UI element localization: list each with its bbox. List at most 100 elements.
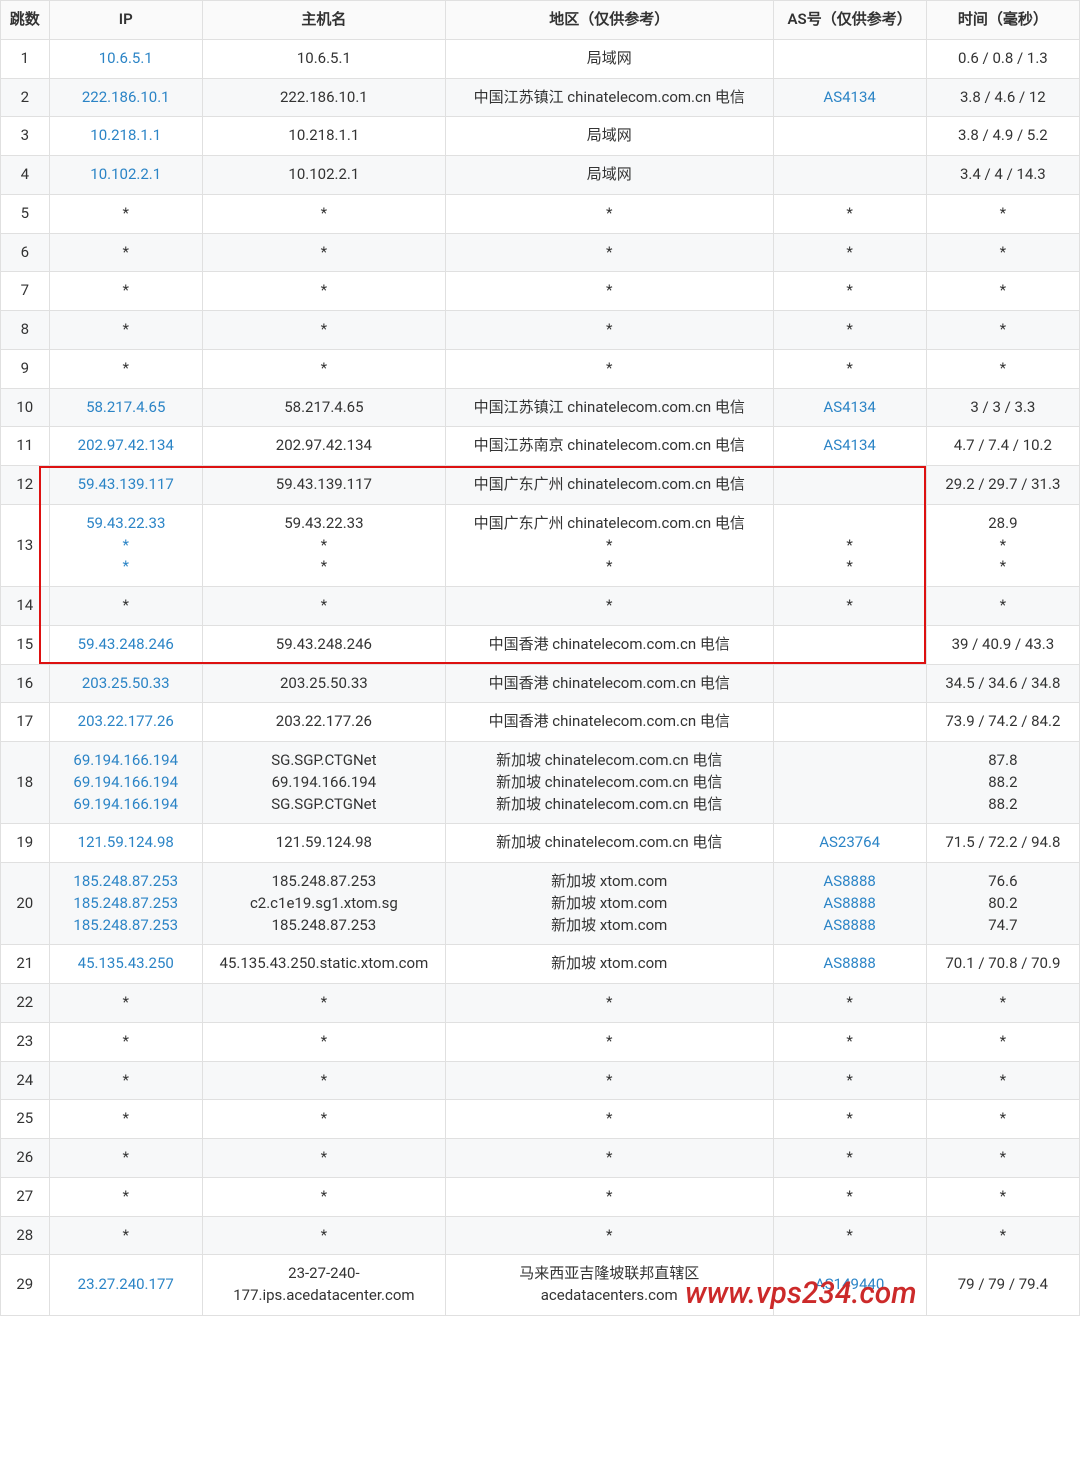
cell-asn[interactable]: AS8888 AS8888 AS8888 — [773, 863, 926, 945]
table-row: 5***** — [1, 194, 1080, 233]
cell-time: * — [926, 272, 1079, 311]
cell-ip[interactable]: 59.43.248.246 — [49, 625, 202, 664]
cell-region: * — [445, 984, 773, 1023]
cell-hop: 18 — [1, 742, 50, 824]
cell-region: * — [445, 1100, 773, 1139]
cell-asn: * — [773, 1216, 926, 1255]
cell-ip: * — [49, 272, 202, 311]
cell-hop: 16 — [1, 664, 50, 703]
cell-ip: * — [49, 1022, 202, 1061]
cell-ip[interactable]: 121.59.124.98 — [49, 824, 202, 863]
cell-ip[interactable]: 222.186.10.1 — [49, 78, 202, 117]
cell-hop: 5 — [1, 194, 50, 233]
cell-asn[interactable]: AS149440 — [773, 1255, 926, 1316]
cell-asn[interactable]: AS4134 — [773, 427, 926, 466]
cell-time: * — [926, 311, 1079, 350]
cell-hop: 21 — [1, 945, 50, 984]
cell-region: * — [445, 311, 773, 350]
cell-region: 中国江苏南京 chinatelecom.com.cn 电信 — [445, 427, 773, 466]
cell-hop: 7 — [1, 272, 50, 311]
cell-ip[interactable]: 10.102.2.1 — [49, 156, 202, 195]
table-row: 2923.27.240.17723-27-240-177.ips.acedata… — [1, 1255, 1080, 1316]
cell-region: 新加坡 xtom.com 新加坡 xtom.com 新加坡 xtom.com — [445, 863, 773, 945]
cell-host: 203.25.50.33 — [202, 664, 445, 703]
cell-ip[interactable]: 23.27.240.177 — [49, 1255, 202, 1316]
cell-region: 中国广东广州 chinatelecom.com.cn 电信 — [445, 466, 773, 505]
cell-host: 10.6.5.1 — [202, 39, 445, 78]
cell-region: 中国香港 chinatelecom.com.cn 电信 — [445, 625, 773, 664]
cell-time: 34.5 / 34.6 / 34.8 — [926, 664, 1079, 703]
table-row: 8***** — [1, 311, 1080, 350]
cell-ip[interactable]: 59.43.139.117 — [49, 466, 202, 505]
cell-time: 70.1 / 70.8 / 70.9 — [926, 945, 1079, 984]
cell-time: 79 / 79 / 79.4 — [926, 1255, 1079, 1316]
cell-ip[interactable]: 203.25.50.33 — [49, 664, 202, 703]
cell-ip[interactable]: 45.135.43.250 — [49, 945, 202, 984]
table-row: 7***** — [1, 272, 1080, 311]
table-row: 23***** — [1, 1022, 1080, 1061]
cell-ip[interactable]: 10.218.1.1 — [49, 117, 202, 156]
table-row: 1359.43.22.33 * *59.43.22.33 * *中国广东广州 c… — [1, 504, 1080, 586]
cell-region: 新加坡 chinatelecom.com.cn 电信 新加坡 chinatele… — [445, 742, 773, 824]
cell-region: 中国香港 chinatelecom.com.cn 电信 — [445, 664, 773, 703]
cell-time: 3 / 3 / 3.3 — [926, 388, 1079, 427]
cell-asn: * — [773, 311, 926, 350]
cell-ip[interactable]: 203.22.177.26 — [49, 703, 202, 742]
cell-hop: 17 — [1, 703, 50, 742]
cell-ip[interactable]: 59.43.22.33 * * — [49, 504, 202, 586]
table-row: 11202.97.42.134202.97.42.134中国江苏南京 china… — [1, 427, 1080, 466]
cell-hop: 15 — [1, 625, 50, 664]
cell-host: * — [202, 233, 445, 272]
cell-time: * — [926, 1100, 1079, 1139]
cell-region: 新加坡 xtom.com — [445, 945, 773, 984]
cell-asn[interactable]: AS23764 — [773, 824, 926, 863]
table-row: 9***** — [1, 349, 1080, 388]
cell-host: * — [202, 1177, 445, 1216]
cell-region: 局域网 — [445, 156, 773, 195]
header-asn: AS号（仅供参考） — [773, 1, 926, 40]
cell-asn — [773, 156, 926, 195]
cell-hop: 2 — [1, 78, 50, 117]
cell-region: 中国广东广州 chinatelecom.com.cn 电信 * * — [445, 504, 773, 586]
cell-ip[interactable]: 10.6.5.1 — [49, 39, 202, 78]
cell-hop: 14 — [1, 587, 50, 626]
cell-time: 71.5 / 72.2 / 94.8 — [926, 824, 1079, 863]
cell-host: 10.218.1.1 — [202, 117, 445, 156]
cell-ip: * — [49, 984, 202, 1023]
cell-host: 121.59.124.98 — [202, 824, 445, 863]
cell-ip: * — [49, 587, 202, 626]
cell-ip[interactable]: 202.97.42.134 — [49, 427, 202, 466]
table-row: 2222.186.10.1222.186.10.1中国江苏镇江 chinatel… — [1, 78, 1080, 117]
cell-host: * — [202, 1022, 445, 1061]
cell-region: 局域网 — [445, 39, 773, 78]
cell-host: 45.135.43.250.static.xtom.com — [202, 945, 445, 984]
cell-host: * — [202, 272, 445, 311]
cell-host: * — [202, 587, 445, 626]
cell-region: 中国香港 chinatelecom.com.cn 电信 — [445, 703, 773, 742]
header-region: 地区（仅供参考） — [445, 1, 773, 40]
cell-asn: * — [773, 194, 926, 233]
cell-ip[interactable]: 185.248.87.253 185.248.87.253 185.248.87… — [49, 863, 202, 945]
cell-hop: 9 — [1, 349, 50, 388]
table-row: 24***** — [1, 1061, 1080, 1100]
cell-time: 73.9 / 74.2 / 84.2 — [926, 703, 1079, 742]
table-row: 1259.43.139.11759.43.139.117中国广东广州 china… — [1, 466, 1080, 505]
cell-hop: 22 — [1, 984, 50, 1023]
cell-asn — [773, 39, 926, 78]
cell-host: 23-27-240-177.ips.acedatacenter.com — [202, 1255, 445, 1316]
cell-ip[interactable]: 69.194.166.194 69.194.166.194 69.194.166… — [49, 742, 202, 824]
table-row: 28***** — [1, 1216, 1080, 1255]
table-row: 6***** — [1, 233, 1080, 272]
cell-time: 29.2 / 29.7 / 31.3 — [926, 466, 1079, 505]
cell-time: 3.4 / 4 / 14.3 — [926, 156, 1079, 195]
cell-asn[interactable]: AS4134 — [773, 78, 926, 117]
cell-hop: 4 — [1, 156, 50, 195]
cell-asn[interactable]: AS4134 — [773, 388, 926, 427]
cell-region: * — [445, 194, 773, 233]
table-row: 1559.43.248.24659.43.248.246中国香港 chinate… — [1, 625, 1080, 664]
cell-ip[interactable]: 58.217.4.65 — [49, 388, 202, 427]
cell-asn[interactable]: AS8888 — [773, 945, 926, 984]
cell-host: 222.186.10.1 — [202, 78, 445, 117]
cell-region: * — [445, 1216, 773, 1255]
cell-asn — [773, 117, 926, 156]
